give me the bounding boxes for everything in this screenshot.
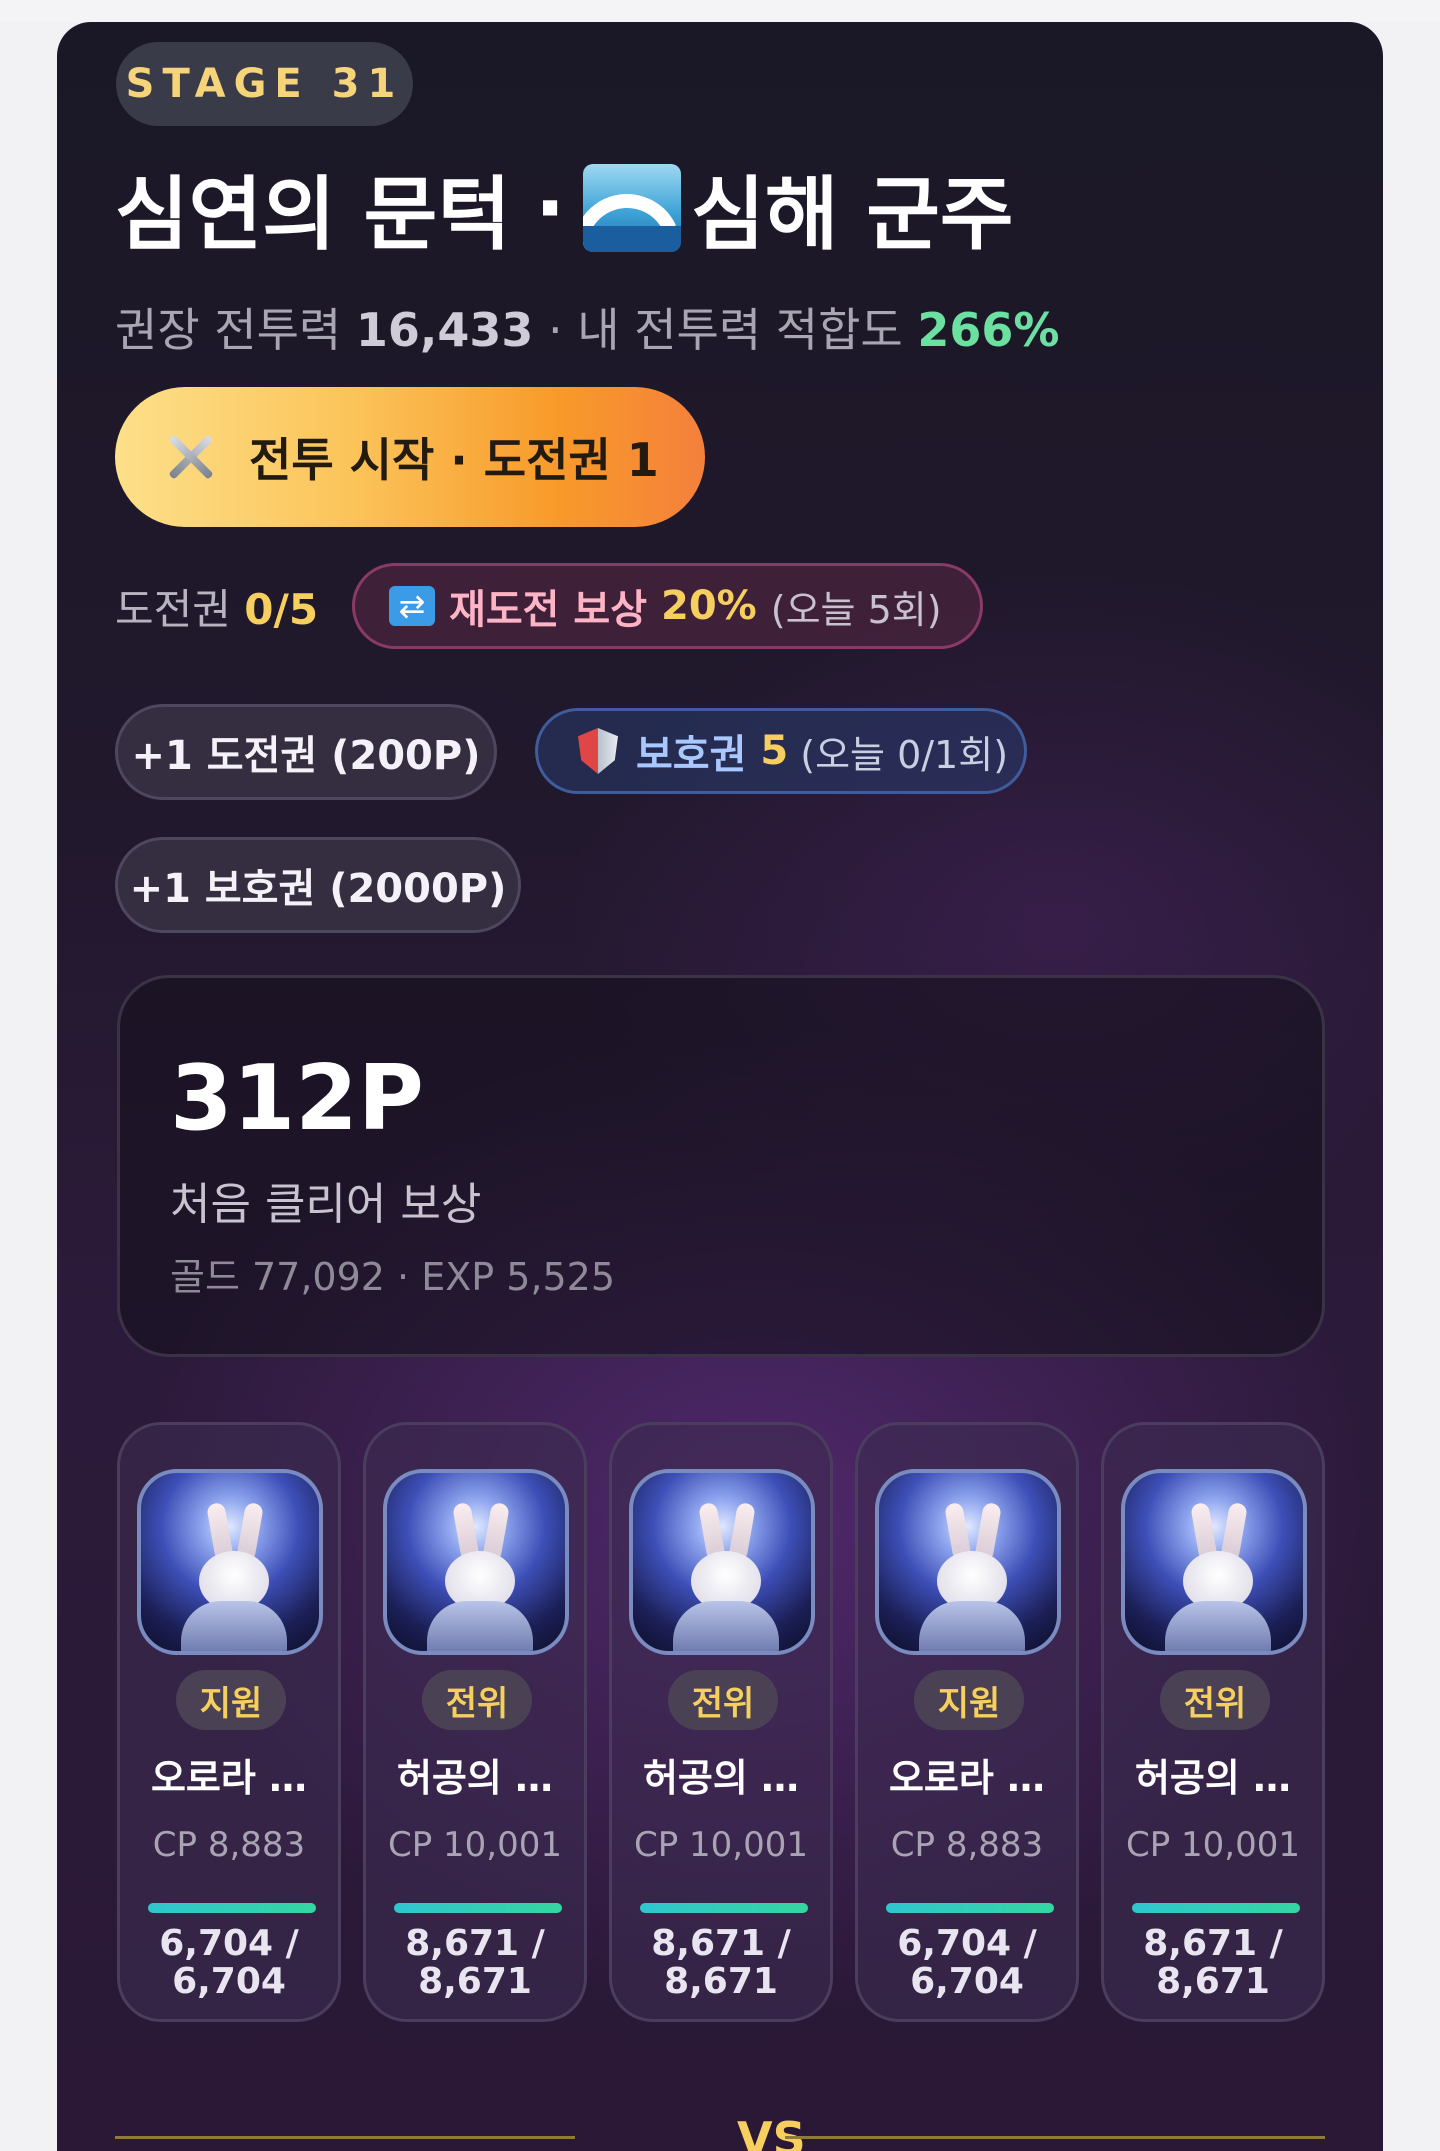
title-separator: · [534, 161, 566, 255]
power-fit-label: 내 전투력 적합도 [577, 303, 903, 357]
reward-points: 312P [170, 1046, 424, 1151]
buy-shield-button[interactable]: +1 보호권 (2000P) [115, 837, 521, 933]
boss-name: 심해 군주 [691, 168, 1014, 261]
shield-badge: 보호권 5 (오늘 0/1회) [535, 708, 1027, 794]
reward-label: 처음 클리어 보상 [170, 1179, 482, 1230]
hero-hp-max: 8,671 [664, 1961, 778, 2002]
start-battle-label: 전투 시작 · 도전권 1 [249, 433, 659, 487]
wave-icon [583, 164, 682, 252]
hero-portrait [137, 1469, 323, 1655]
hero-name: 허공의 … [396, 1756, 554, 1800]
hero-hp: 6,704 / 6,704 [120, 1925, 338, 2001]
retry-reward-value: 20% [661, 583, 757, 629]
hero-role-badge: 지원 [914, 1670, 1024, 1730]
hero-name: 허공의 … [1134, 1756, 1292, 1800]
buy-ticket-button[interactable]: +1 도전권 (200P) [115, 704, 497, 800]
shield-label: 보호권 [636, 732, 747, 778]
start-battle-button[interactable]: 전투 시작 · 도전권 1 [115, 387, 705, 527]
first-clear-reward: 312P 처음 클리어 보상 골드 77,092 · EXP 5,525 [117, 975, 1325, 1357]
hero-hp-fill [394, 1903, 562, 1913]
hero-name: 오로라 … [888, 1756, 1046, 1800]
vs-line-right [785, 2136, 1325, 2139]
shield-icon [578, 728, 618, 774]
hero-card[interactable]: 전위 허공의 … CP 10,001 8,671 / 8,671 [1101, 1422, 1325, 2022]
hero-name: 허공의 … [642, 1756, 800, 1800]
crossed-swords-icon [163, 429, 219, 485]
hero-hp: 8,671 / 8,671 [366, 1925, 584, 2001]
hero-cp: CP 8,883 [890, 1825, 1044, 1865]
hero-hp-current: 8,671 / [1143, 1923, 1283, 1964]
hero-hp-bar [1132, 1903, 1300, 1913]
hero-hp: 6,704 / 6,704 [858, 1925, 1076, 2001]
shield-note: (오늘 0/1회) [800, 732, 1009, 777]
stage-card: STAGE 31 심연의 문턱 · 심해 군주 권장 전투력 16,433 · … [57, 22, 1383, 2151]
hero-hp-bar [148, 1903, 316, 1913]
power-fit-value: 266% [917, 303, 1060, 357]
hero-hp-current: 8,671 / [651, 1923, 791, 1964]
power-separator: · [548, 303, 563, 357]
recommended-power-label: 권장 전투력 [115, 303, 342, 357]
hero-card[interactable]: 전위 허공의 … CP 10,001 8,671 / 8,671 [363, 1422, 587, 2022]
hero-portrait [629, 1469, 815, 1655]
tickets-status: 도전권 0/5 [115, 576, 318, 637]
stage-badge: STAGE 31 [116, 42, 413, 126]
hero-role-badge: 전위 [1160, 1670, 1270, 1730]
tickets-label: 도전권 [115, 584, 231, 634]
hero-hp-current: 8,671 / [405, 1923, 545, 1964]
vs-divider: VS [115, 2112, 1325, 2151]
hero-card[interactable]: 지원 오로라 … CP 8,883 6,704 / 6,704 [855, 1422, 1079, 2022]
tickets-row: 도전권 0/5 ⇄ 재도전 보상 20% (오늘 5회) [115, 562, 983, 650]
hero-hp-max: 8,671 [1156, 1961, 1270, 2002]
team-row: 지원 오로라 … CP 8,883 6,704 / 6,704 전위 허공의 …… [117, 1422, 1337, 2027]
hero-card[interactable]: 지원 오로라 … CP 8,883 6,704 / 6,704 [117, 1422, 341, 2022]
retry-reward-note: (오늘 5회) [770, 587, 942, 632]
hero-portrait [1121, 1469, 1307, 1655]
hero-cp: CP 10,001 [633, 1825, 809, 1865]
hero-hp-max: 6,704 [172, 1961, 286, 2002]
hero-role-badge: 전위 [668, 1670, 778, 1730]
hero-role-badge: 전위 [422, 1670, 532, 1730]
recommended-power-value: 16,433 [355, 303, 534, 357]
hero-hp-bar [886, 1903, 1054, 1913]
hero-hp-bar [394, 1903, 562, 1913]
hero-hp-fill [148, 1903, 316, 1913]
vs-label: VS [737, 2112, 806, 2151]
hero-card[interactable]: 전위 허공의 … CP 10,001 8,671 / 8,671 [609, 1422, 833, 2022]
hero-hp-current: 6,704 / [159, 1923, 299, 1964]
hero-hp-fill [640, 1903, 808, 1913]
hero-cp: CP 10,001 [1125, 1825, 1301, 1865]
hero-hp-bar [640, 1903, 808, 1913]
repeat-icon: ⇄ [389, 586, 436, 626]
hero-hp: 8,671 / 8,671 [612, 1925, 830, 2001]
reward-details: 골드 77,092 · EXP 5,525 [170, 1255, 616, 1299]
hero-cp: CP 8,883 [152, 1825, 306, 1865]
top-strip [0, 0, 1440, 22]
shield-value: 5 [760, 728, 789, 774]
retry-reward-label: 재도전 보상 [449, 587, 648, 633]
power-info: 권장 전투력 16,433 · 내 전투력 적합도 266% [115, 294, 1059, 360]
hero-hp-fill [1132, 1903, 1300, 1913]
hero-name: 오로라 … [150, 1756, 308, 1800]
retry-reward-badge: ⇄ 재도전 보상 20% (오늘 5회) [352, 563, 983, 649]
hero-hp-max: 6,704 [910, 1961, 1024, 2002]
hero-cp: CP 10,001 [387, 1825, 563, 1865]
stage-name: 심연의 문턱 [115, 168, 511, 261]
hero-hp: 8,671 / 8,671 [1104, 1925, 1322, 2001]
hero-role-badge: 지원 [176, 1670, 286, 1730]
vs-line-left [115, 2136, 575, 2139]
hero-hp-current: 6,704 / [897, 1923, 1037, 1964]
stage-title: 심연의 문턱 · 심해 군주 [115, 150, 1014, 266]
tickets-value: 0/5 [244, 584, 319, 634]
hero-portrait [875, 1469, 1061, 1655]
hero-hp-max: 8,671 [418, 1961, 532, 2002]
hero-hp-fill [886, 1903, 1054, 1913]
hero-portrait [383, 1469, 569, 1655]
